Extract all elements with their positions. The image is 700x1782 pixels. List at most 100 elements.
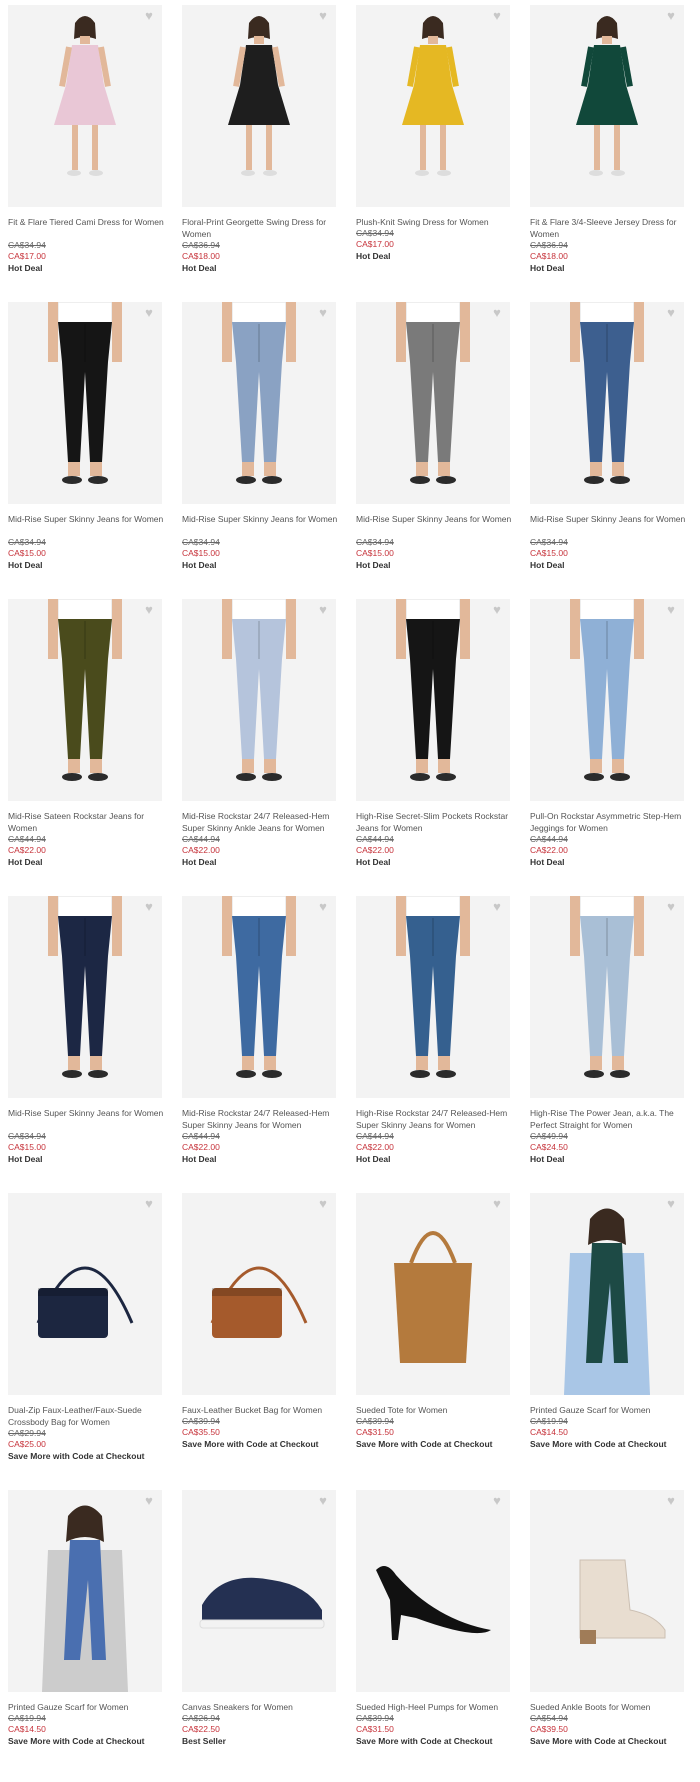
product-image[interactable]: ♥ — [356, 1490, 510, 1692]
heart-icon[interactable]: ♥ — [142, 306, 156, 319]
product-name[interactable]: Mid-Rise Super Skinny Jeans for Women — [8, 1107, 174, 1131]
heart-icon[interactable]: ♥ — [664, 306, 678, 319]
product-card[interactable]: ♥ Mid-Rise Super Skinny Jeans for Women CA… — [180, 297, 354, 594]
product-name[interactable]: Sueded High-Heel Pumps for Women — [356, 1701, 522, 1713]
product-name[interactable]: Dual-Zip Faux-Leather/Faux-Suede Crossbo… — [8, 1404, 174, 1428]
product-image[interactable]: ♥ — [182, 896, 336, 1098]
product-card[interactable]: ♥ Mid-Rise Rockstar 24/7 Released-Hem Sup… — [180, 891, 354, 1188]
product-card[interactable]: ♥ Pull-On Rockstar Asymmetric Step-Hem Je… — [528, 594, 700, 891]
original-price: CA$44.94 — [356, 1131, 394, 1141]
product-name[interactable]: Mid-Rise Sateen Rockstar Jeans for Women — [8, 810, 174, 834]
product-card[interactable]: ♥ Mid-Rise Rockstar 24/7 Released-Hem Sup… — [180, 594, 354, 891]
heart-icon[interactable]: ♥ — [142, 9, 156, 22]
product-name[interactable]: High-Rise Rockstar 24/7 Released-Hem Sup… — [356, 1107, 522, 1131]
product-image[interactable]: ♥ — [182, 1193, 336, 1395]
heart-icon[interactable]: ♥ — [316, 1197, 330, 1210]
product-image[interactable]: ♥ — [530, 1490, 684, 1692]
product-name[interactable]: Printed Gauze Scarf for Women — [8, 1701, 174, 1713]
product-name[interactable]: Mid-Rise Super Skinny Jeans for Women — [8, 513, 174, 537]
product-card[interactable]: ♥ High-Rise The Power Jean, a.k.a. The Pe… — [528, 891, 700, 1188]
product-card[interactable]: ♥ Canvas Sneakers for Women CA$26.94 CA$22.… — [180, 1485, 354, 1782]
product-name[interactable]: Fit & Flare Tiered Cami Dress for Women — [8, 216, 174, 240]
product-name[interactable]: Pull-On Rockstar Asymmetric Step-Hem Jeg… — [530, 810, 696, 834]
product-card[interactable]: ♥ Fit & Flare Tiered Cami Dress for Women… — [6, 0, 180, 297]
product-name[interactable]: Sueded Tote for Women — [356, 1404, 522, 1416]
product-image[interactable]: ♥ — [182, 5, 336, 207]
product-name[interactable]: Plush-Knit Swing Dress for Women — [356, 216, 522, 228]
sale-price: CA$22.00 — [530, 845, 568, 855]
product-name[interactable]: Faux-Leather Bucket Bag for Women — [182, 1404, 348, 1416]
product-card[interactable]: ♥ Mid-Rise Super Skinny Jeans for Women CA… — [6, 297, 180, 594]
product-image[interactable]: ♥ — [356, 599, 510, 801]
product-name[interactable]: Mid-Rise Rockstar 24/7 Released-Hem Supe… — [182, 810, 348, 834]
product-name[interactable]: High-Rise Secret-Slim Pockets Rockstar J… — [356, 810, 522, 834]
heart-icon[interactable]: ♥ — [664, 603, 678, 616]
heart-icon[interactable]: ♥ — [490, 9, 504, 22]
product-card[interactable]: ♥ Mid-Rise Super Skinny Jeans for Women CA… — [6, 891, 180, 1188]
product-name[interactable]: Mid-Rise Super Skinny Jeans for Women — [356, 513, 522, 537]
product-name[interactable]: Sueded Ankle Boots for Women — [530, 1701, 696, 1713]
product-image[interactable]: ♥ — [8, 1490, 162, 1692]
product-image[interactable]: ♥ — [530, 896, 684, 1098]
heart-icon[interactable]: ♥ — [142, 900, 156, 913]
product-name[interactable]: Mid-Rise Rockstar 24/7 Released-Hem Supe… — [182, 1107, 348, 1131]
product-image[interactable]: ♥ — [8, 1193, 162, 1395]
heart-icon[interactable]: ♥ — [316, 603, 330, 616]
product-image[interactable]: ♥ — [8, 896, 162, 1098]
product-card[interactable]: ♥ Sueded Tote for Women CA$39.94 CA$31.50 Sa… — [354, 1188, 528, 1485]
product-card[interactable]: ♥ Mid-Rise Sateen Rockstar Jeans for Wome… — [6, 594, 180, 891]
product-name[interactable]: Canvas Sneakers for Women — [182, 1701, 348, 1713]
product-name[interactable]: Mid-Rise Super Skinny Jeans for Women — [530, 513, 696, 537]
heart-icon[interactable]: ♥ — [142, 603, 156, 616]
product-image[interactable]: ♥ — [182, 599, 336, 801]
product-card[interactable]: ♥ Printed Gauze Scarf for Women CA$19.94 CA… — [6, 1485, 180, 1782]
product-name[interactable]: Mid-Rise Super Skinny Jeans for Women — [182, 513, 348, 537]
heart-icon[interactable]: ♥ — [664, 1494, 678, 1507]
heart-icon[interactable]: ♥ — [664, 9, 678, 22]
heart-icon[interactable]: ♥ — [490, 1494, 504, 1507]
product-card[interactable]: ♥ Faux-Leather Bucket Bag for Women CA$39.… — [180, 1188, 354, 1485]
product-card[interactable]: ♥ Printed Gauze Scarf for Women CA$19.94 CA… — [528, 1188, 700, 1485]
product-image[interactable]: ♥ — [356, 302, 510, 504]
product-image[interactable]: ♥ — [8, 302, 162, 504]
promo-tag: Hot Deal — [182, 857, 217, 867]
product-image[interactable]: ♥ — [530, 302, 684, 504]
heart-icon[interactable]: ♥ — [664, 900, 678, 913]
product-image[interactable]: ♥ — [356, 1193, 510, 1395]
product-image[interactable]: ♥ — [356, 5, 510, 207]
product-image[interactable]: ♥ — [530, 1193, 684, 1395]
heart-icon[interactable]: ♥ — [142, 1494, 156, 1507]
product-card[interactable]: ♥ Floral-Print Georgette Swing Dress for … — [180, 0, 354, 297]
heart-icon[interactable]: ♥ — [316, 9, 330, 22]
promo-tag: Save More with Code at Checkout — [356, 1736, 493, 1746]
product-card[interactable]: ♥ Fit & Flare 3/4-Sleeve Jersey Dress for… — [528, 0, 700, 297]
product-name[interactable]: Fit & Flare 3/4-Sleeve Jersey Dress for … — [530, 216, 696, 240]
heart-icon[interactable]: ♥ — [316, 900, 330, 913]
product-card[interactable]: ♥ High-Rise Rockstar 24/7 Released-Hem Su… — [354, 891, 528, 1188]
heart-icon[interactable]: ♥ — [664, 1197, 678, 1210]
product-image[interactable]: ♥ — [8, 599, 162, 801]
product-image[interactable]: ♥ — [530, 5, 684, 207]
product-image[interactable]: ♥ — [356, 896, 510, 1098]
heart-icon[interactable]: ♥ — [490, 1197, 504, 1210]
product-image[interactable]: ♥ — [182, 1490, 336, 1692]
product-card[interactable]: ♥ Mid-Rise Super Skinny Jeans for Women CA… — [354, 297, 528, 594]
product-name[interactable]: Printed Gauze Scarf for Women — [530, 1404, 696, 1416]
heart-icon[interactable]: ♥ — [490, 306, 504, 319]
product-card[interactable]: ♥ Mid-Rise Super Skinny Jeans for Women CA… — [528, 297, 700, 594]
product-name[interactable]: High-Rise The Power Jean, a.k.a. The Per… — [530, 1107, 696, 1131]
heart-icon[interactable]: ♥ — [316, 1494, 330, 1507]
product-image[interactable]: ♥ — [8, 5, 162, 207]
heart-icon[interactable]: ♥ — [490, 603, 504, 616]
product-card[interactable]: ♥ Dual-Zip Faux-Leather/Faux-Suede Crossb… — [6, 1188, 180, 1485]
product-card[interactable]: ♥ Sueded High-Heel Pumps for Women CA$39.9… — [354, 1485, 528, 1782]
product-name[interactable]: Floral-Print Georgette Swing Dress for W… — [182, 216, 348, 240]
product-image[interactable]: ♥ — [530, 599, 684, 801]
product-card[interactable]: ♥ Plush-Knit Swing Dress for Women CA$34.9… — [354, 0, 528, 297]
heart-icon[interactable]: ♥ — [490, 900, 504, 913]
product-card[interactable]: ♥ Sueded Ankle Boots for Women CA$54.94 CA$… — [528, 1485, 700, 1782]
heart-icon[interactable]: ♥ — [142, 1197, 156, 1210]
product-card[interactable]: ♥ High-Rise Secret-Slim Pockets Rockstar … — [354, 594, 528, 891]
heart-icon[interactable]: ♥ — [316, 306, 330, 319]
product-image[interactable]: ♥ — [182, 302, 336, 504]
